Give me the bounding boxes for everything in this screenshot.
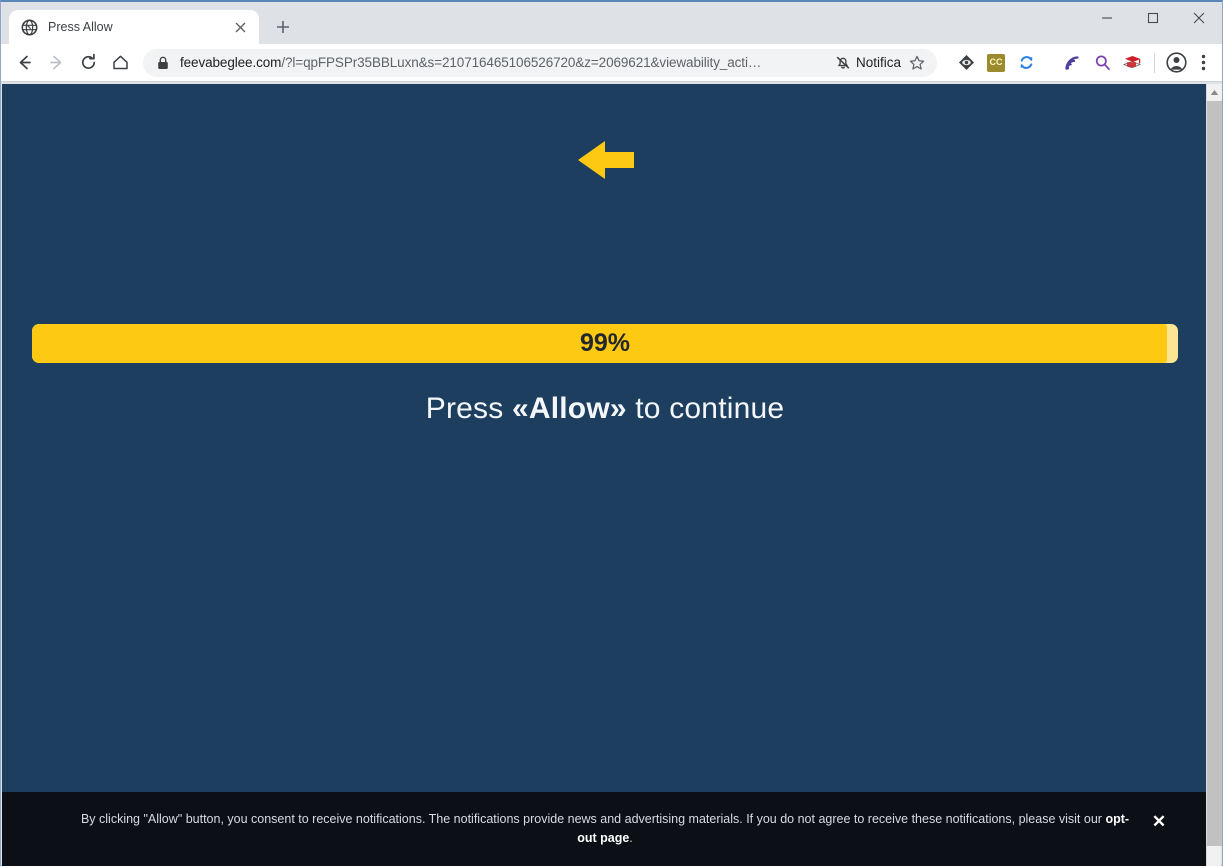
pointer-arrow-container (2, 136, 1208, 184)
profile-avatar-icon[interactable] (1162, 49, 1190, 77)
headline-emphasis: «Allow» (511, 392, 627, 425)
consent-text-before-link: By clicking "Allow" button, you consent … (80, 812, 1106, 826)
consent-text-after-link: . (629, 831, 633, 845)
window-controls (1084, 2, 1222, 34)
url-path: /?l=qpFPSPr35BBLuxn&s=210716465106526720… (281, 55, 762, 70)
page-headline: Press «Allow» to continue (2, 392, 1208, 426)
cc-extension-icon[interactable]: CC (981, 48, 1011, 78)
window-close-button[interactable] (1176, 2, 1222, 34)
diamond-eye-extension-icon[interactable] (951, 48, 981, 78)
omnibox-actions: Notifica (829, 54, 929, 71)
home-button[interactable] (105, 48, 135, 78)
graduation-cap-extension-icon[interactable] (1117, 48, 1147, 78)
browser-menu-icon[interactable] (1190, 49, 1216, 77)
cc-badge-label: CC (987, 53, 1005, 72)
tab-press-allow[interactable]: Press Allow (9, 10, 259, 44)
consent-close-icon[interactable]: ✕ (1148, 810, 1170, 832)
scrollbar-up-arrow-icon[interactable] (1207, 84, 1222, 100)
consent-bar: By clicking "Allow" button, you consent … (2, 792, 1208, 866)
consent-text: By clicking "Allow" button, you consent … (2, 810, 1208, 848)
back-button[interactable] (9, 48, 39, 78)
scam-landing-page: 99% Press «Allow» to continue By clickin… (2, 84, 1208, 866)
progress-percent-label: 99% (579, 329, 631, 357)
url-text: feevabeglee.com/?l=qpFPSPr35BBLuxn&s=210… (180, 55, 829, 70)
tab-close-icon[interactable] (231, 18, 249, 36)
page-viewport: 99% Press «Allow» to continue By clickin… (2, 84, 1208, 866)
progress-bar: 99% (32, 324, 1178, 363)
globe-icon (21, 19, 38, 36)
lock-icon (157, 56, 171, 70)
sync-extension-icon[interactable] (1011, 48, 1041, 78)
forward-button[interactable] (41, 48, 71, 78)
notifications-blocked-label: Notifica (855, 55, 901, 70)
scrollbar-thumb[interactable] (1207, 101, 1222, 846)
headline-prefix: Press (425, 392, 512, 425)
search-extension-icon[interactable] (1087, 48, 1117, 78)
bookmark-star-icon[interactable] (905, 55, 929, 71)
page-scrollbar[interactable] (1206, 84, 1222, 866)
new-tab-button[interactable] (269, 13, 297, 41)
window-maximize-button[interactable] (1130, 2, 1176, 34)
extensions-area: CC (945, 48, 1216, 78)
browser-window: Press Allow feevabeglee.com/?l=qpFPSPr35… (0, 0, 1223, 866)
browser-toolbar: feevabeglee.com/?l=qpFPSPr35BBLuxn&s=210… (1, 44, 1222, 82)
rss-feed-extension-icon[interactable] (1057, 48, 1087, 78)
tab-title: Press Allow (48, 20, 113, 34)
window-minimize-button[interactable] (1084, 2, 1130, 34)
notifications-blocked-indicator[interactable]: Notifica (835, 54, 901, 71)
left-arrow-icon (578, 141, 634, 179)
tab-strip: Press Allow (1, 2, 1222, 44)
reload-button[interactable] (73, 48, 103, 78)
bell-blocked-icon (836, 56, 850, 69)
toolbar-separator (1154, 52, 1155, 73)
headline-suffix: to continue (626, 392, 785, 425)
address-bar[interactable]: feevabeglee.com/?l=qpFPSPr35BBLuxn&s=210… (143, 48, 937, 77)
url-host: feevabeglee.com (180, 55, 282, 70)
